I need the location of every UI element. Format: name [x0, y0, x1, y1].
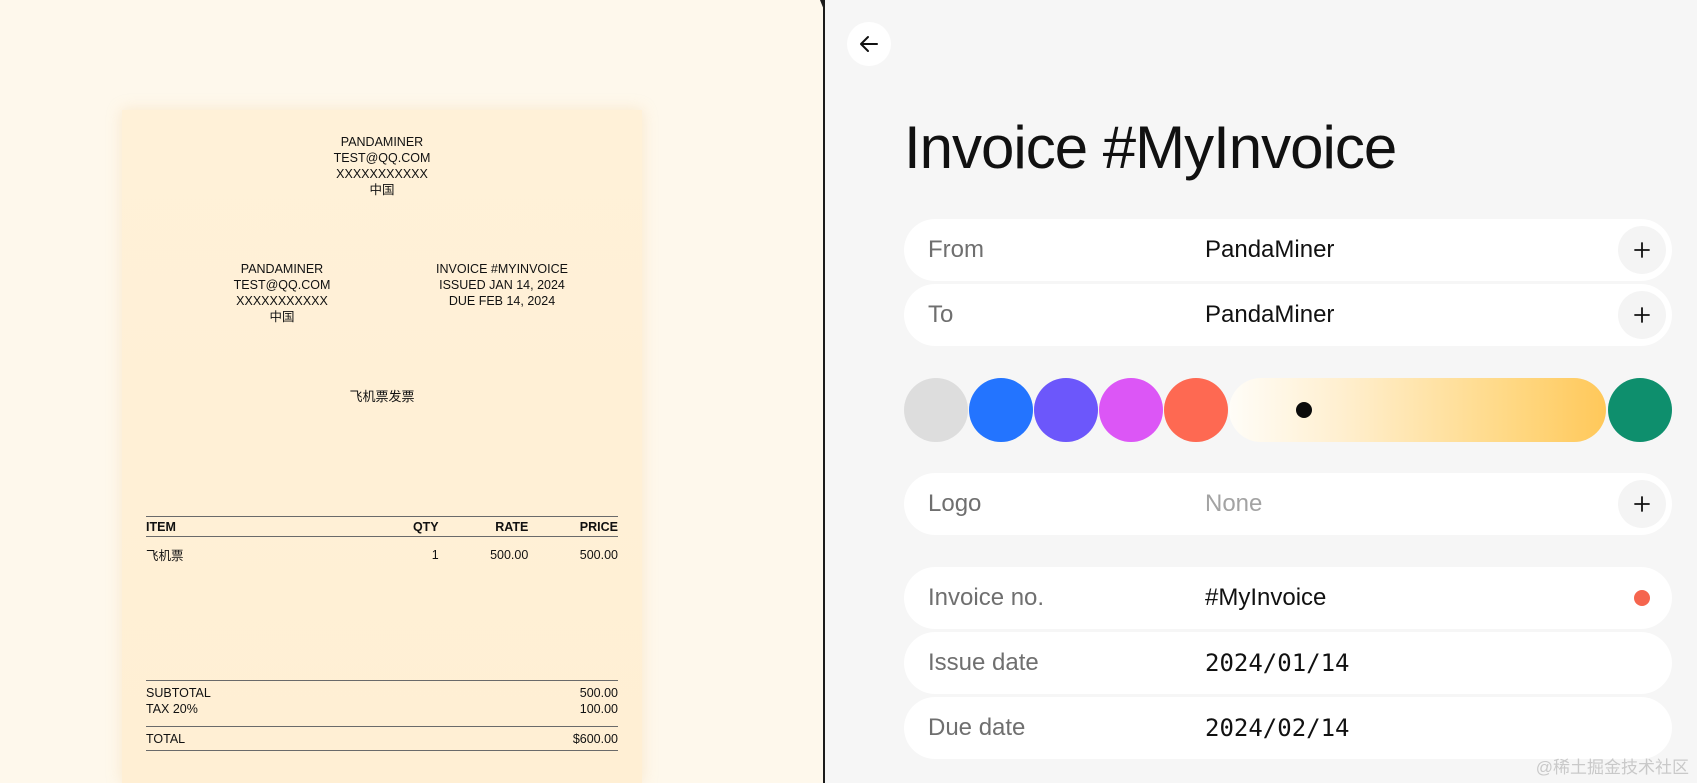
plus-icon — [1634, 242, 1650, 258]
recipient-name: PANDAMINER — [240, 262, 324, 276]
to-value: PandaMiner — [1205, 301, 1335, 328]
color-swatches — [904, 378, 1697, 442]
cell-price: 500.00 — [579, 547, 618, 562]
tax-value: 100.00 — [579, 702, 618, 716]
subtotal-row: SUBTOTAL 500.00 — [146, 681, 618, 701]
from-label: From — [928, 236, 984, 263]
cell-rate: 500.00 — [490, 547, 529, 562]
logo-field[interactable]: Logo None — [904, 473, 1672, 535]
swatch-coral[interactable] — [1164, 378, 1228, 442]
logo-value: None — [1205, 490, 1263, 517]
page-title: Invoice #MyInvoice — [904, 114, 1397, 181]
subtotal-value: 500.00 — [579, 686, 618, 700]
swatch-indigo[interactable] — [1034, 378, 1098, 442]
recipient-block: PANDAMINER TEST@QQ.COM XXXXXXXXXXX 中国 — [234, 261, 331, 325]
due-date-value: 2024/02/14 — [1205, 714, 1350, 742]
slider-thumb[interactable] — [1296, 402, 1313, 418]
due-date-field[interactable]: Due date 2024/02/14 — [904, 697, 1672, 759]
due-date-label: Due date — [928, 714, 1026, 741]
logo-label: Logo — [928, 490, 982, 517]
recipient-country: 中国 — [269, 310, 295, 324]
total-label: TOTAL — [146, 732, 186, 746]
add-logo-button[interactable] — [1618, 480, 1666, 528]
swatch-gray[interactable] — [904, 378, 968, 442]
line-items-table: ITEM QTY RATE PRICE 飞机票 1 500.00 500.00 — [146, 516, 618, 564]
total-row: TOTAL $600.00 — [146, 726, 618, 751]
sender-phone: XXXXXXXXXXX — [336, 167, 428, 181]
swatch-blue[interactable] — [969, 378, 1033, 442]
invoice-number-label: Invoice no. — [928, 584, 1045, 611]
issued-date: ISSUED JAN 14, 2024 — [439, 278, 565, 292]
recipient-phone: XXXXXXXXXXX — [236, 294, 328, 308]
invoice-number-value: #MyInvoice — [1205, 584, 1327, 611]
col-qty: QTY — [382, 516, 439, 537]
table-header-row: ITEM QTY RATE PRICE — [146, 516, 618, 537]
col-item: ITEM — [146, 516, 383, 537]
from-field[interactable]: From PandaMiner — [904, 219, 1672, 281]
sender-email: TEST@QQ.COM — [333, 151, 431, 165]
status-dot-icon — [1634, 590, 1650, 606]
from-value: PandaMiner — [1205, 236, 1335, 263]
table-row: 飞机票 1 500.00 500.00 — [146, 537, 618, 565]
invoice-preview-pane: PANDAMINER TEST@QQ.COM XXXXXXXXXXX 中国 PA… — [0, 0, 823, 783]
to-field[interactable]: To PandaMiner — [904, 284, 1672, 346]
invoice-meta: INVOICE #MYINVOICE ISSUED JAN 14, 2024 D… — [436, 261, 568, 309]
due-date-text: DUE FEB 14, 2024 — [448, 294, 556, 308]
arrow-left-icon — [860, 36, 878, 52]
col-price: PRICE — [528, 516, 618, 537]
invoice-number-field[interactable]: Invoice no. #MyInvoice — [904, 567, 1672, 629]
add-from-button[interactable] — [1618, 226, 1666, 274]
invoice-paper: PANDAMINER TEST@QQ.COM XXXXXXXXXXX 中国 PA… — [122, 110, 642, 783]
cell-item: 飞机票 — [146, 549, 184, 563]
recipient-email: TEST@QQ.COM — [233, 278, 331, 292]
sender-header: PANDAMINER TEST@QQ.COM XXXXXXXXXXX 中国 — [122, 134, 642, 198]
totals-block: SUBTOTAL 500.00 TAX 20% 100.00 TOTAL $60… — [146, 680, 618, 751]
watermark: @稀土掘金技术社区 — [1535, 758, 1689, 777]
issue-date-label: Issue date — [928, 649, 1039, 676]
total-value: $600.00 — [572, 732, 618, 746]
tax-label: TAX 20% — [146, 702, 198, 716]
issue-date-value: 2024/01/14 — [1205, 649, 1350, 677]
to-label: To — [928, 301, 954, 328]
subtotal-label: SUBTOTAL — [146, 686, 211, 700]
sender-name: PANDAMINER — [340, 135, 424, 149]
cell-qty: 1 — [431, 547, 439, 562]
issue-date-field[interactable]: Issue date 2024/01/14 — [904, 632, 1672, 694]
plus-icon — [1634, 496, 1650, 512]
swatch-green[interactable] — [1608, 378, 1672, 442]
invoice-number: INVOICE #MYINVOICE — [436, 262, 568, 276]
swatch-magenta[interactable] — [1099, 378, 1163, 442]
invoice-note: 飞机票发票 — [349, 389, 415, 404]
plus-icon — [1634, 307, 1650, 323]
col-rate: RATE — [438, 516, 529, 537]
add-to-button[interactable] — [1618, 291, 1666, 339]
gradient-color-slider[interactable] — [1229, 378, 1606, 442]
back-button[interactable] — [847, 22, 891, 66]
sender-country: 中国 — [369, 183, 395, 197]
tax-row: TAX 20% 100.00 — [146, 701, 618, 717]
invoice-editor-pane: Invoice #MyInvoice From PandaMiner To Pa… — [825, 0, 1697, 783]
